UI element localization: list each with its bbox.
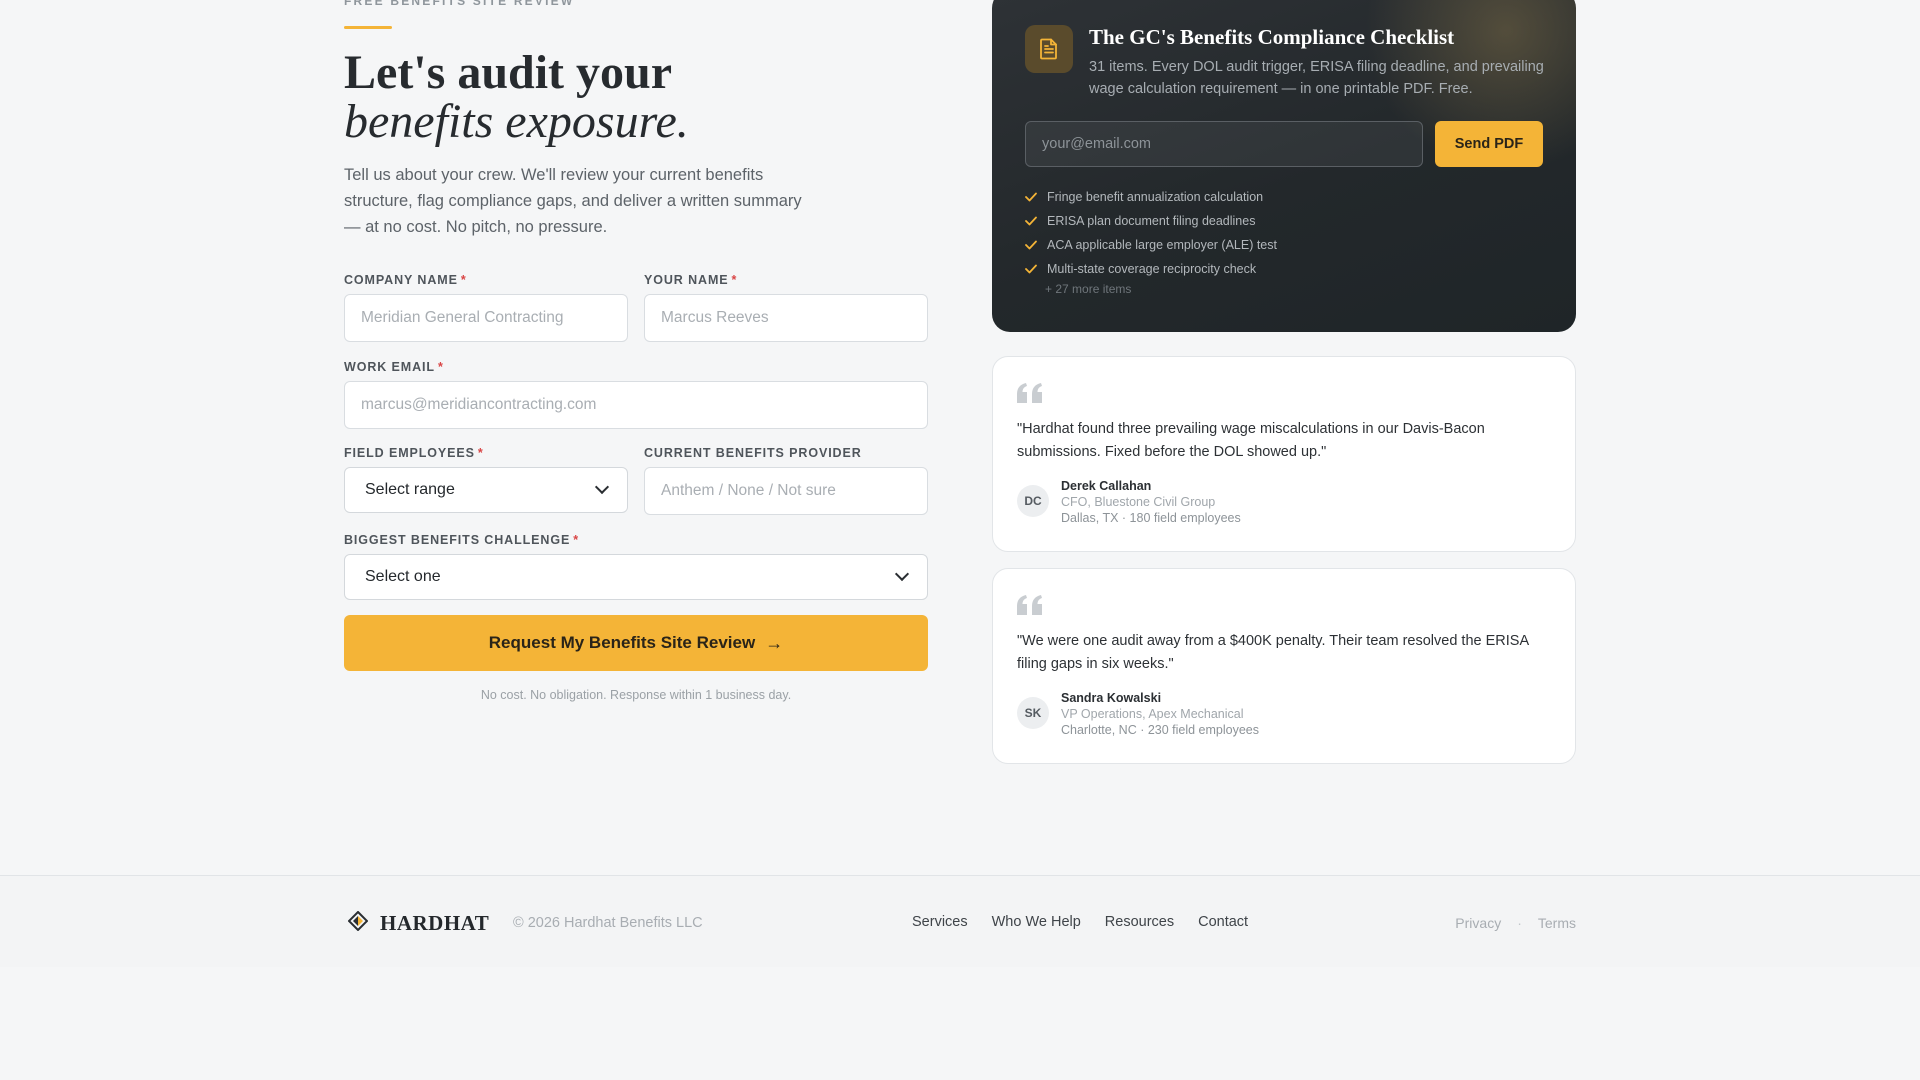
avatar: DC [1017,485,1049,517]
footer-link-who-we-help[interactable]: Who We Help [992,914,1081,930]
checklist-card: The GC's Benefits Compliance Checklist 3… [992,0,1576,332]
company-name-input[interactable] [344,294,628,342]
eyebrow-label: FREE BENEFITS SITE REVIEW [344,0,575,8]
footer-link-resources[interactable]: Resources [1105,914,1174,930]
list-item: Fringe benefit annualization calculation [1025,185,1277,209]
quote-icon [1017,595,1043,620]
testimonial-quote: "We were one audit away from a $400K pen… [1017,633,1529,672]
current-provider-label-text: CURRENT BENEFITS PROVIDER [644,446,862,460]
required-marker: * [573,533,579,547]
checklist-item-text: Multi-state coverage reciprocity check [1047,262,1257,276]
title-line-2: benefits exposure. [344,95,689,148]
list-item: ACA applicable large employer (ALE) test [1025,233,1277,257]
testimonial-author-name: Sandra Kowalski [1061,691,1162,705]
more-items-count: + 27 more items [1045,282,1132,296]
title-line-1: Let's audit your [344,46,673,99]
avatar: SK [1017,697,1049,729]
your-name-input[interactable] [644,294,928,342]
form-fineprint: No cost. No obligation. Response within … [480,688,792,702]
required-marker: * [731,273,738,287]
brand-name: HARDHAT [380,911,490,935]
field-employees-select[interactable]: Select range [344,467,628,513]
testimonial-author-name: Derek Callahan [1061,479,1152,493]
document-icon [1025,25,1073,73]
required-marker: * [437,360,444,374]
testimonial-card: "We were one audit away from a $400K pen… [992,568,1576,764]
your-name-label: YOUR NAME * [644,273,737,287]
checklist-item-text: ACA applicable large employer (ALE) test [1047,238,1277,252]
work-email-label: WORK EMAIL * [344,360,444,374]
chevron-down-icon [594,479,610,495]
current-provider-input[interactable] [644,467,928,515]
required-marker: * [460,273,467,287]
checklist-email-input[interactable] [1025,121,1423,167]
chevron-down-icon [894,566,910,582]
company-name-label-text: COMPANY NAME [344,273,458,287]
testimonial-author-meta: Dallas, TX · 180 field employees [1061,511,1241,525]
checklist-title: The GC's Benefits Compliance Checklist [1089,25,1455,49]
footer-logo-link[interactable]: HARDHAT [347,910,490,936]
work-email-input[interactable] [344,381,928,429]
footer-nav: Services Who We Help Resources Contact [912,914,1248,930]
work-email-label-text: WORK EMAIL [344,360,435,374]
arrow-right-icon: → [765,632,784,653]
biggest-challenge-label-text: BIGGEST BENEFITS CHALLENGE [344,533,571,547]
field-employees-label: FIELD EMPLOYEES * [344,446,484,460]
biggest-challenge-selected: Select one [365,568,441,585]
quote-icon [1017,383,1043,408]
testimonial-quote: "Hardhat found three prevailing wage mis… [1017,421,1485,460]
testimonial-card: "Hardhat found three prevailing wage mis… [992,356,1576,552]
check-icon [1025,240,1047,250]
request-review-button[interactable]: Request My Benefits Site Review → [344,615,928,671]
your-name-label-text: YOUR NAME [644,273,729,287]
legal-links: Privacy · Terms [1455,915,1576,931]
intro-text: Tell us about your crew. We'll review yo… [344,166,802,236]
footer-link-privacy[interactable]: Privacy [1455,915,1501,931]
check-icon [1025,192,1047,202]
check-icon [1025,216,1047,226]
check-icon [1025,264,1047,274]
request-review-label: Request My Benefits Site Review [488,633,756,652]
eyebrow-accent-line [344,26,392,29]
testimonial-author-role: VP Operations, Apex Mechanical [1061,707,1244,721]
checklist-item-text: ERISA plan document filing deadlines [1047,214,1256,228]
current-provider-label: CURRENT BENEFITS PROVIDER [644,446,862,460]
footer-link-services[interactable]: Services [912,914,968,930]
checklist-items: Fringe benefit annualization calculation… [1025,185,1277,281]
footer-link-terms[interactable]: Terms [1538,915,1576,931]
footer-link-contact[interactable]: Contact [1198,914,1248,930]
biggest-challenge-label: BIGGEST BENEFITS CHALLENGE * [344,533,579,547]
required-marker: * [477,446,484,460]
site-footer: HARDHAT © 2026 Hardhat Benefits LLC Serv… [0,875,1920,967]
page-title: Let's audit your benefits exposure. [344,48,944,146]
field-employees-selected: Select range [365,481,455,498]
company-name-label: COMPANY NAME * [344,273,467,287]
checklist-item-text: Fringe benefit annualization calculation [1047,190,1264,204]
list-item: ERISA plan document filing deadlines [1025,209,1277,233]
checklist-description: 31 items. Every DOL audit trigger, ERISA… [1089,59,1544,97]
testimonial-author-meta: Charlotte, NC · 230 field employees [1061,723,1260,737]
list-item: Multi-state coverage reciprocity check [1025,257,1277,281]
send-pdf-button[interactable]: Send PDF [1435,121,1543,167]
field-employees-label-text: FIELD EMPLOYEES [344,446,475,460]
copyright-text: © 2026 Hardhat Benefits LLC [513,915,703,931]
hardhat-logo-icon [347,910,369,936]
testimonial-author-role: CFO, Bluestone Civil Group [1061,495,1216,509]
legal-separator: · [1517,915,1522,931]
biggest-challenge-select[interactable]: Select one [344,554,928,600]
